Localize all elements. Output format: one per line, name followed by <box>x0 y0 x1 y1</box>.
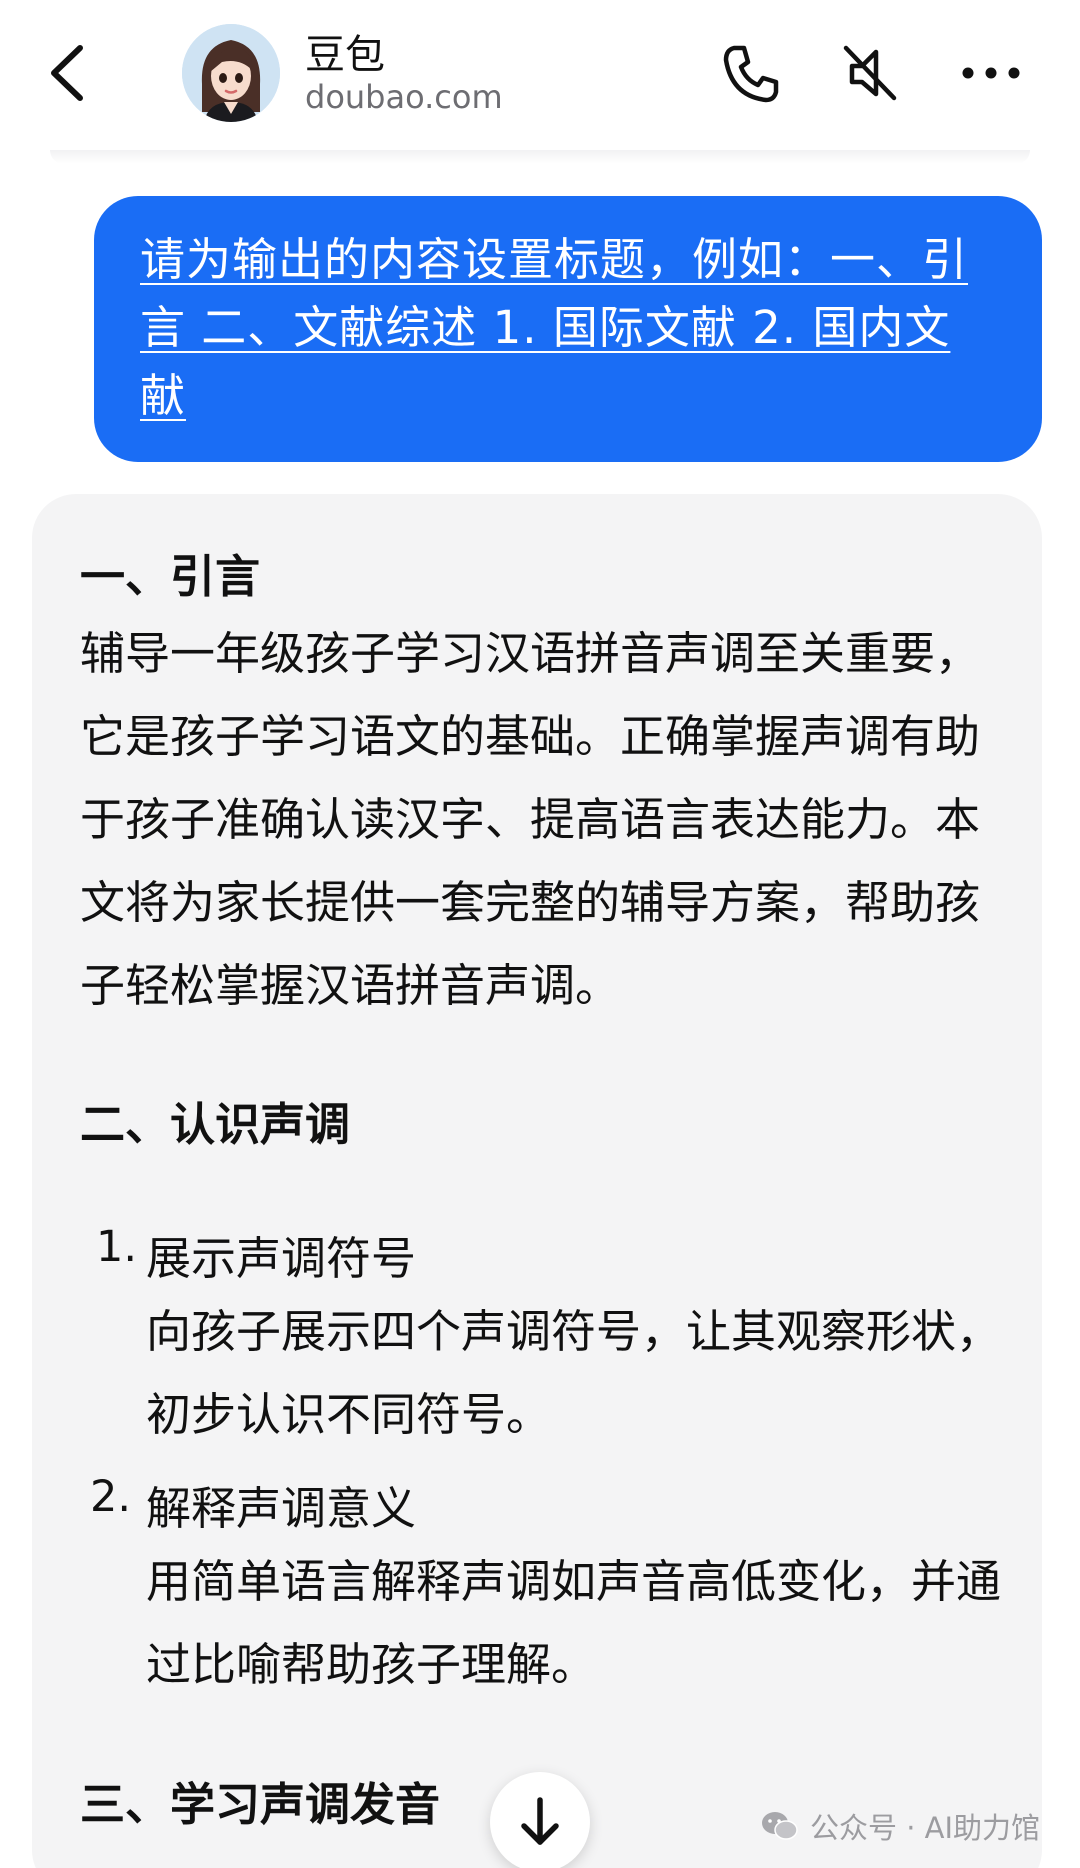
avatar[interactable] <box>182 24 280 122</box>
arrow-down-icon <box>521 1797 559 1845</box>
section-heading-1: 一、引言 <box>80 550 261 603</box>
watermark: 公众号 · AI助力馆 <box>760 1804 1040 1848</box>
scroll-down-button[interactable] <box>490 1772 590 1868</box>
section-heading-3: 三、学习声调发音 <box>80 1778 441 1831</box>
section-paragraph-1: 辅导一年级孩子学习汉语拼音声调至关重要，它是孩子学习语文的基础。正确掌握声调有助… <box>80 627 981 1012</box>
watermark-text: 公众号 · AI助力馆 <box>810 1811 1041 1845</box>
chat-screen: 豆包 doubao.com 请为输出的内容设置标题，例如：一、引言 二、文献综述… <box>0 0 1080 1868</box>
list-item-number: 2. <box>90 1472 132 1522</box>
chat-title: 豆包 <box>305 32 385 78</box>
list-item-title: 展示声调符号 <box>146 1232 417 1285</box>
more-icon[interactable] <box>958 40 1024 106</box>
section-heading-2: 二、认识声调 <box>80 1098 351 1151</box>
phone-icon[interactable] <box>718 40 784 106</box>
header-divider <box>50 150 1030 164</box>
user-message-text: 请为输出的内容设置标题，例如：一、引言 二、文献综述 1. 国际文献 2. 国内… <box>140 233 969 422</box>
chat-header: 豆包 doubao.com <box>0 0 1080 150</box>
list-item-number: 1. <box>96 1222 138 1272</box>
speaker-mute-icon[interactable] <box>838 40 904 106</box>
back-icon[interactable] <box>44 38 94 108</box>
chat-subtitle: doubao.com <box>305 78 503 116</box>
wechat-icon <box>762 1812 798 1840</box>
list-item-title: 解释声调意义 <box>146 1482 417 1535</box>
list-item-body: 向孩子展示四个声调符号，让其观察形状，初步认识不同符号。 <box>146 1305 1002 1441</box>
user-message-bubble[interactable]: 请为输出的内容设置标题，例如：一、引言 二、文献综述 1. 国际文献 2. 国内… <box>94 196 1042 462</box>
list-item-body: 用简单语言解释声调如声音高低变化，并通过比喻帮助孩子理解。 <box>146 1555 1002 1691</box>
